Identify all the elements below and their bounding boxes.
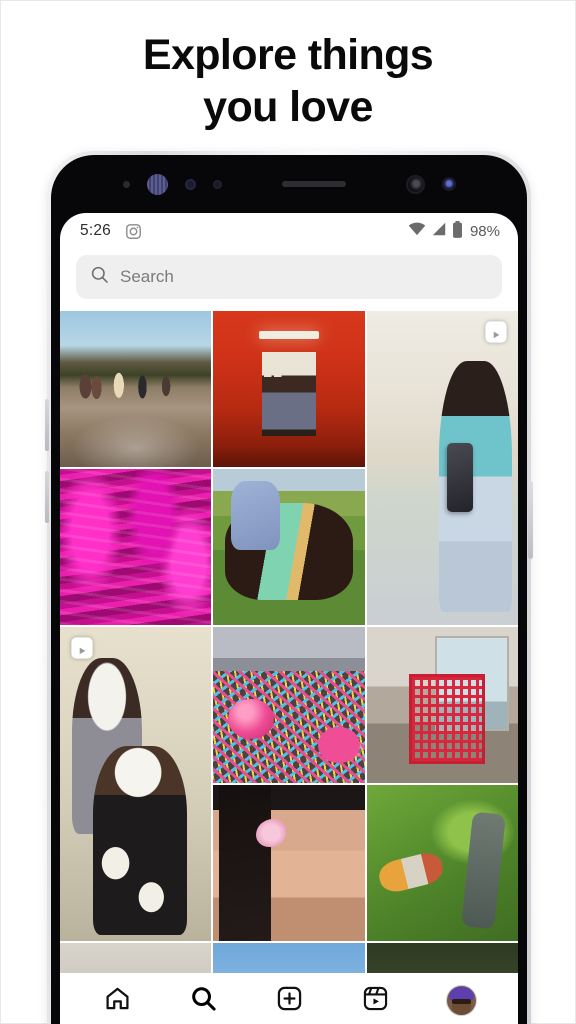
avatar-sunglasses xyxy=(451,999,471,1004)
photo-thumbnail xyxy=(213,311,365,467)
grid-photo-tile[interactable] xyxy=(60,311,212,467)
reels-icon xyxy=(362,985,389,1017)
phone-screen: 5:26 98% Search xyxy=(60,213,518,1024)
plus-square-icon xyxy=(276,985,303,1017)
volume-up-button[interactable] xyxy=(45,399,49,451)
search-placeholder: Search xyxy=(120,267,174,286)
photo-thumbnail xyxy=(60,311,212,467)
light-sensor-icon xyxy=(184,178,196,190)
photo-thumbnail xyxy=(366,785,518,941)
grid-photo-tile[interactable] xyxy=(213,311,365,467)
battery-percentage: 98% xyxy=(469,222,500,240)
photo-thumbnail xyxy=(366,311,518,625)
photo-thumbnail xyxy=(213,469,365,625)
grid-photo-tile[interactable] xyxy=(213,943,365,973)
grid-photo-tile[interactable] xyxy=(213,627,365,783)
bottom-navigation-bar xyxy=(60,973,518,1024)
nav-profile-button[interactable] xyxy=(435,978,487,1024)
cellular-signal-icon xyxy=(431,222,447,240)
instagram-camera-icon xyxy=(125,223,142,240)
search-icon xyxy=(190,985,217,1017)
photo-thumbnail xyxy=(60,469,212,625)
explore-grid xyxy=(60,311,518,973)
nav-home-button[interactable] xyxy=(91,978,143,1024)
home-icon xyxy=(104,985,131,1017)
front-sensor-array xyxy=(51,167,527,201)
page-title: Explore things you love xyxy=(1,29,575,134)
nav-create-button[interactable] xyxy=(263,978,315,1024)
grid-photo-tile[interactable] xyxy=(366,311,518,625)
status-bar-time: 5:26 xyxy=(80,222,111,239)
grid-photo-tile[interactable] xyxy=(366,785,518,941)
status-bar-indicators: 98% xyxy=(408,220,500,242)
photo-thumbnail xyxy=(213,785,365,941)
photo-thumbnail xyxy=(366,943,518,973)
grid-photo-tile[interactable] xyxy=(213,785,365,941)
page-title-line-1: Explore things xyxy=(142,31,434,79)
iris-scanner-icon xyxy=(146,173,168,195)
reels-clapperboard-icon xyxy=(483,319,509,345)
reels-clapperboard-icon xyxy=(69,635,95,661)
grid-photo-tile[interactable] xyxy=(60,943,212,973)
photo-thumbnail xyxy=(60,627,212,941)
page-title-line-2: you love xyxy=(203,83,373,132)
grid-photo-tile[interactable] xyxy=(366,627,518,783)
grid-photo-tile[interactable] xyxy=(60,627,212,941)
photo-thumbnail xyxy=(60,943,212,973)
grid-photo-tile[interactable] xyxy=(366,943,518,973)
nav-reels-button[interactable] xyxy=(349,978,401,1024)
proximity-sensor-icon xyxy=(122,180,130,188)
depth-camera-icon xyxy=(441,177,456,191)
volume-down-button[interactable] xyxy=(45,471,49,523)
phone-bezel: 5:26 98% Search xyxy=(51,155,527,1024)
battery-icon xyxy=(452,220,463,242)
nav-search-button[interactable] xyxy=(177,978,229,1024)
front-camera-icon xyxy=(405,174,425,194)
earpiece-speaker-icon xyxy=(281,181,346,187)
secondary-sensor-icon xyxy=(212,179,222,189)
photo-thumbnail xyxy=(213,627,365,783)
power-button[interactable] xyxy=(528,481,533,559)
photo-thumbnail xyxy=(213,943,365,973)
photo-thumbnail xyxy=(366,627,518,783)
phone-mockup: 5:26 98% Search xyxy=(45,151,533,1024)
grid-photo-tile[interactable] xyxy=(60,469,212,625)
grid-photo-tile[interactable] xyxy=(213,469,365,625)
wifi-icon xyxy=(408,222,426,240)
avatar xyxy=(446,986,476,1015)
status-bar: 5:26 98% xyxy=(60,213,518,249)
search-icon xyxy=(90,265,109,289)
search-input[interactable]: Search xyxy=(76,255,502,299)
search-bar-container: Search xyxy=(60,249,518,311)
